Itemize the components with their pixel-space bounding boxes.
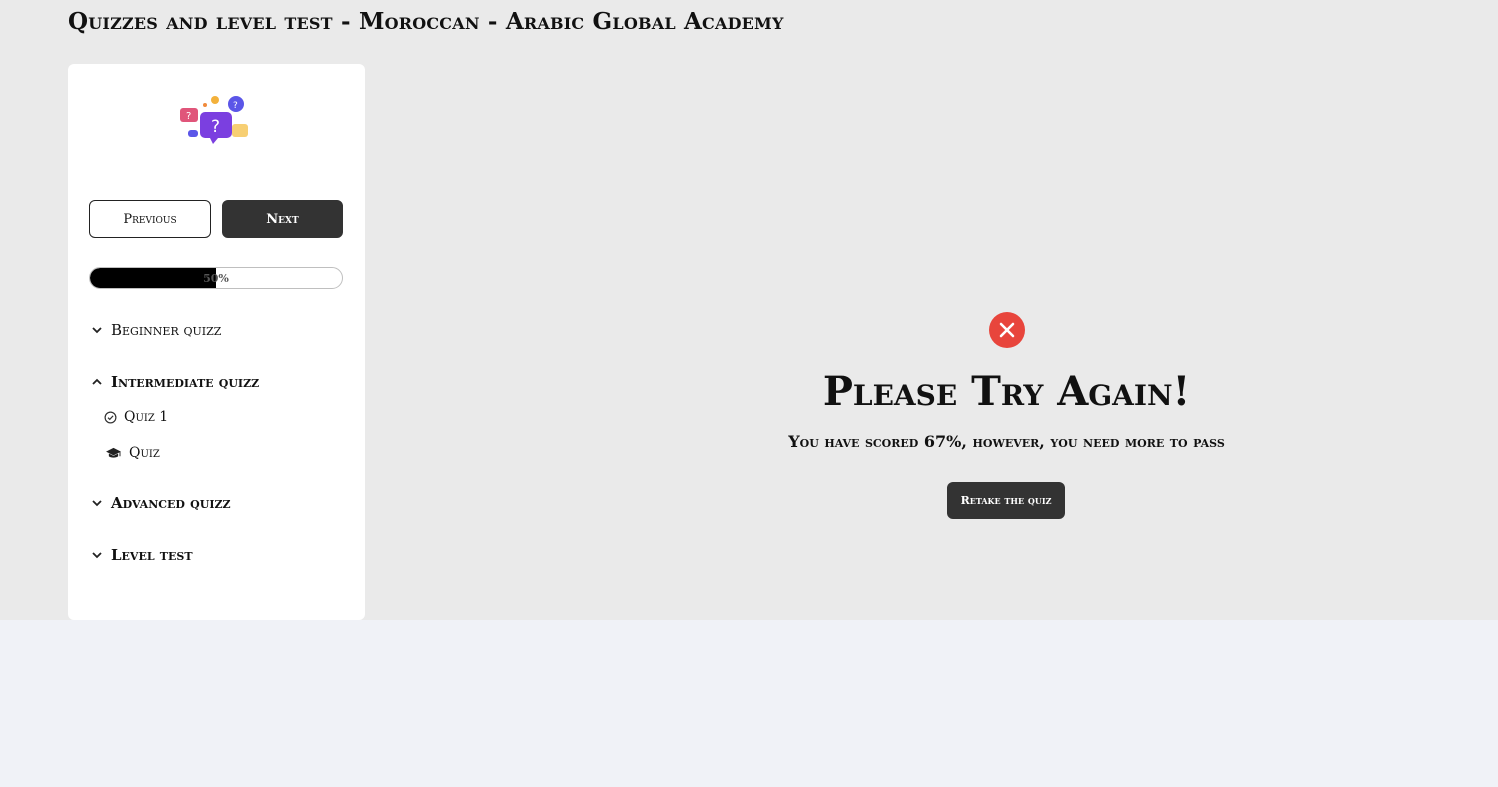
content-region: Quizzes and level test - Moroccan - Arab… — [0, 0, 1498, 620]
graduation-cap-icon — [106, 447, 121, 458]
section-label: Beginner quizz — [111, 321, 222, 339]
quiz-question-bubbles-icon: ? ? ? — [180, 96, 248, 144]
section-level-test[interactable]: Level test — [90, 546, 193, 564]
footer-area — [0, 620, 1498, 787]
section-intermediate-quizz[interactable]: Intermediate quizz — [90, 373, 259, 391]
result-heading: Please Try Again! — [822, 368, 1191, 415]
lesson-label: Quiz 1 — [124, 409, 169, 425]
svg-text:?: ? — [233, 101, 238, 111]
retake-quiz-button[interactable]: Retake the quiz — [947, 482, 1065, 519]
section-label: Level test — [111, 546, 193, 564]
next-button[interactable]: Next — [222, 200, 343, 238]
course-sidebar: ? ? ? Previous Next 50% Beginner quizz I… — [68, 64, 365, 620]
chevron-down-icon — [92, 552, 102, 559]
section-advanced-quizz[interactable]: Advanced quizz — [90, 494, 231, 512]
page-title: Quizzes and level test - Moroccan - Arab… — [68, 8, 784, 35]
section-label: Intermediate quizz — [111, 373, 260, 391]
chevron-up-icon — [92, 378, 102, 385]
chevron-down-icon — [92, 327, 102, 334]
svg-text:?: ? — [211, 117, 220, 137]
lesson-quiz[interactable]: Quiz — [105, 445, 160, 461]
lesson-label: Quiz — [129, 445, 160, 461]
course-progress-bar: 50% — [89, 267, 343, 289]
svg-text:?: ? — [186, 111, 191, 122]
result-message: You have scored 67%, however, you need m… — [788, 432, 1225, 451]
section-label: Advanced quizz — [111, 494, 231, 512]
chevron-down-icon — [92, 500, 102, 507]
close-circle-icon — [989, 312, 1025, 348]
check-circle-icon — [104, 411, 117, 423]
section-beginner-quizz[interactable]: Beginner quizz — [90, 321, 221, 339]
previous-button[interactable]: Previous — [89, 200, 211, 238]
progress-percentage: 50% — [203, 271, 229, 285]
lesson-quiz-1[interactable]: Quiz 1 — [104, 409, 168, 425]
